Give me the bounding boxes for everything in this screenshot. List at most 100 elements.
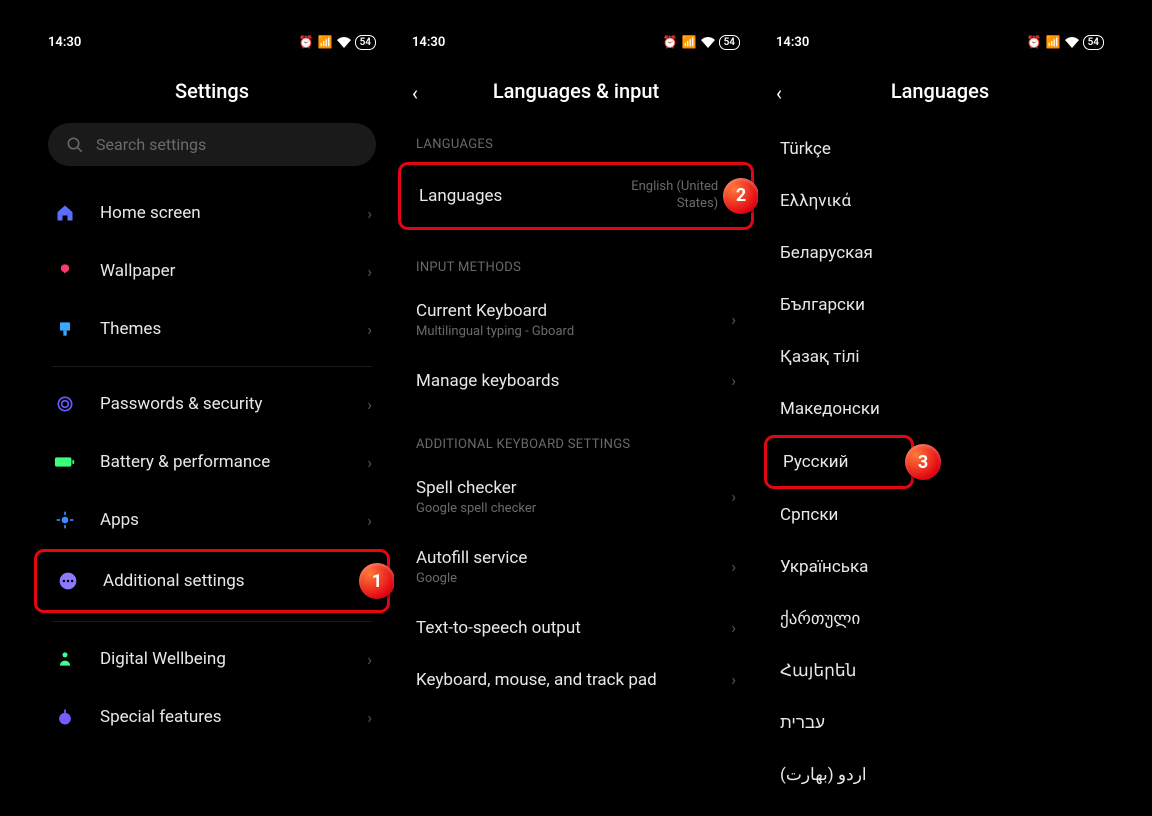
row-home-screen[interactable]: Home screen ›	[30, 184, 394, 242]
lang-bulgarian[interactable]: Български	[758, 279, 1122, 331]
lang-turkce[interactable]: Türkçe	[758, 123, 1122, 175]
row-keyboard-mouse-trackpad[interactable]: Keyboard, mouse, and track pad ›	[394, 654, 758, 706]
section-input-methods: INPUT METHODS	[394, 230, 758, 285]
lang-serbian[interactable]: Српски	[758, 489, 1122, 541]
signal-icon: 📶	[318, 35, 333, 49]
status-icons: ⏰ 📶 54	[663, 35, 740, 50]
alarm-icon: ⏰	[663, 35, 678, 49]
chevron-right-icon: ›	[731, 487, 736, 506]
highlight-russian: Русский 3	[764, 435, 914, 489]
lang-armenian[interactable]: Հայերեն	[758, 645, 1122, 697]
header: Settings	[30, 55, 394, 123]
status-bar: 14:30 ⏰ 📶 54	[30, 25, 394, 55]
status-time: 14:30	[776, 35, 809, 50]
highlight-languages: Languages English (United States) › 2	[398, 162, 754, 230]
back-button[interactable]: ‹	[776, 81, 782, 105]
row-autofill-service[interactable]: Autofill service Google ›	[394, 532, 758, 602]
row-value: English (United States)	[608, 179, 718, 213]
lang-urdu[interactable]: اردو (بھارت)	[758, 749, 1122, 790]
battery-indicator: 54	[1083, 35, 1104, 50]
search-icon	[66, 136, 84, 154]
callout-3: 3	[905, 444, 941, 480]
row-special-features[interactable]: Special features ›	[30, 688, 394, 746]
header: ‹ Languages	[758, 55, 1122, 123]
chevron-right-icon: ›	[367, 511, 372, 530]
row-additional-settings[interactable]: Additional settings ›	[37, 552, 387, 610]
status-icons: ⏰ 📶 54	[299, 35, 376, 50]
chevron-right-icon: ›	[367, 395, 372, 414]
row-current-keyboard[interactable]: Current Keyboard Multilingual typing - G…	[394, 285, 758, 355]
lang-russian[interactable]: Русский	[767, 438, 911, 486]
status-time: 14:30	[412, 35, 445, 50]
lang-hebrew[interactable]: עברית	[758, 697, 1122, 749]
fingerprint-icon	[52, 391, 78, 417]
row-battery-performance[interactable]: Battery & performance ›	[30, 433, 394, 491]
row-sub: Multilingual typing - Gboard	[416, 324, 731, 339]
row-passwords-security[interactable]: Passwords & security ›	[30, 375, 394, 433]
status-bar: 14:30 ⏰ 📶 54	[394, 25, 758, 55]
search-input[interactable]: Search settings	[48, 123, 376, 166]
row-label: Spell checker	[416, 478, 731, 498]
row-label: Apps	[100, 510, 367, 530]
highlight-additional-settings: Additional settings › 1	[34, 549, 390, 613]
signal-icon: 📶	[1046, 35, 1061, 49]
gear-icon	[52, 507, 78, 533]
lang-ukrainian[interactable]: Українська	[758, 541, 1122, 593]
row-label: Autofill service	[416, 548, 731, 568]
row-label: Themes	[100, 319, 367, 339]
row-languages[interactable]: Languages English (United States) ›	[401, 165, 751, 227]
lang-georgian[interactable]: ქართული	[758, 593, 1122, 645]
row-label: Special features	[100, 707, 367, 727]
row-themes[interactable]: Themes ›	[30, 300, 394, 358]
header: ‹ Languages & input	[394, 55, 758, 123]
alarm-icon: ⏰	[299, 35, 314, 49]
row-wallpaper[interactable]: Wallpaper ›	[30, 242, 394, 300]
chevron-right-icon: ›	[367, 204, 372, 223]
status-time: 14:30	[48, 35, 81, 50]
divider	[52, 366, 372, 367]
row-apps[interactable]: Apps ›	[30, 491, 394, 549]
search-placeholder: Search settings	[96, 135, 206, 154]
lang-kazakh[interactable]: Қазақ тілі	[758, 331, 1122, 383]
status-icons: ⏰ 📶 54	[1027, 35, 1104, 50]
section-additional-keyboard: ADDITIONAL KEYBOARD SETTINGS	[394, 407, 758, 462]
row-label: Additional settings	[103, 571, 364, 591]
themes-icon	[52, 316, 78, 342]
chevron-right-icon: ›	[731, 618, 736, 637]
battery-indicator: 54	[355, 35, 376, 50]
lang-greek[interactable]: Ελληνικά	[758, 175, 1122, 227]
row-tts[interactable]: Text-to-speech output ›	[394, 602, 758, 654]
status-bar: 14:30 ⏰ 📶 54	[758, 25, 1122, 55]
callout-2: 2	[723, 178, 758, 214]
home-icon	[52, 200, 78, 226]
chevron-right-icon: ›	[367, 708, 372, 727]
row-label: Languages	[419, 186, 608, 206]
section-languages: LANGUAGES	[394, 123, 758, 162]
chevron-right-icon: ›	[731, 310, 736, 329]
chevron-right-icon: ›	[367, 650, 372, 669]
wallpaper-icon	[52, 258, 78, 284]
row-label: Manage keyboards	[416, 371, 731, 391]
screen-settings: 14:30 ⏰ 📶 54 Settings Search settings	[30, 25, 394, 790]
row-manage-keyboards[interactable]: Manage keyboards ›	[394, 355, 758, 407]
row-sub: Google	[416, 571, 731, 586]
callout-1: 1	[359, 563, 394, 599]
page-title: Settings	[30, 79, 394, 103]
screen-languages-input: 14:30 ⏰ 📶 54 ‹ Languages & input LANGUAG…	[394, 25, 758, 790]
chevron-right-icon: ›	[367, 262, 372, 281]
battery-indicator: 54	[719, 35, 740, 50]
row-spell-checker[interactable]: Spell checker Google spell checker ›	[394, 462, 758, 532]
row-label: Passwords & security	[100, 394, 367, 414]
wellbeing-icon	[52, 646, 78, 672]
divider	[52, 621, 372, 622]
lang-macedonian[interactable]: Македонски	[758, 383, 1122, 435]
lang-belarusian[interactable]: Беларуская	[758, 227, 1122, 279]
chevron-right-icon: ›	[367, 320, 372, 339]
row-label: Wallpaper	[100, 261, 367, 281]
back-button[interactable]: ‹	[412, 81, 418, 105]
row-label: Battery & performance	[100, 452, 367, 472]
wifi-icon	[337, 37, 351, 48]
row-label: Keyboard, mouse, and track pad	[416, 670, 731, 690]
row-label: Text-to-speech output	[416, 618, 731, 638]
row-digital-wellbeing[interactable]: Digital Wellbeing ›	[30, 630, 394, 688]
